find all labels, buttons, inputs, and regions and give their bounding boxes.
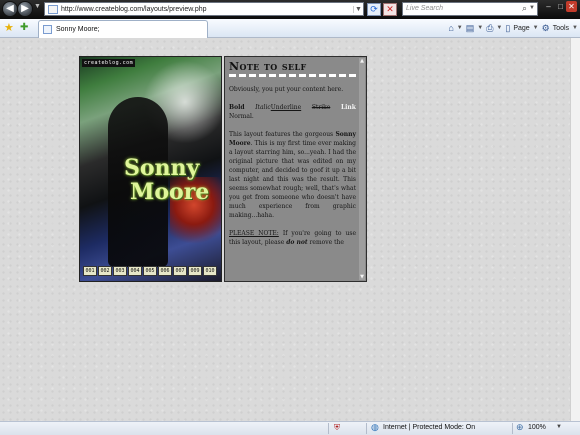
- note-notice: PLEASE NOTE: If you're going to use this…: [229, 229, 356, 247]
- number-link[interactable]: 007: [173, 266, 187, 276]
- command-bar: ★ ✚ Sonny Moore; ⌂ ▼ ▤ ▼ ⎙ ▼ ▯ Page ▼ ⚙ …: [0, 19, 580, 38]
- add-favorites-icon[interactable]: ✚: [20, 22, 28, 34]
- zoom-dropdown-icon[interactable]: ▼: [556, 424, 562, 430]
- status-divider: [512, 423, 513, 434]
- page-content: createblog.com Sonny Moore 001 002 003 0…: [0, 38, 570, 421]
- status-bar: ⛨ ◍ Internet | Protected Mode: On ⊕ 100%…: [0, 421, 580, 435]
- para-rest: . This is my first time ever making a la…: [229, 140, 356, 219]
- number-link[interactable]: 005: [143, 266, 157, 276]
- tab-page-icon: [43, 25, 52, 34]
- refresh-button[interactable]: ⟳: [367, 3, 381, 16]
- note-intro: Obviously, you put your content here.: [229, 86, 344, 93]
- address-url[interactable]: http://www.createblog.com/layouts/previe…: [61, 6, 353, 13]
- status-divider: [328, 423, 329, 434]
- number-link[interactable]: 010: [203, 266, 217, 276]
- search-box[interactable]: Live Search ⌕ ▼: [402, 2, 538, 16]
- notice-label: PLEASE NOTE:: [229, 230, 279, 237]
- note-format-sample: Bold ItalicUnderline Strike Link Normal.: [229, 103, 356, 121]
- format-bold: Bold: [229, 104, 245, 111]
- number-link[interactable]: 001: [83, 266, 97, 276]
- security-shield-icon[interactable]: ⛨: [334, 423, 340, 433]
- layout-photo: createblog.com Sonny Moore 001 002 003 0…: [79, 56, 222, 282]
- note-panel[interactable]: Note to self Obviously, you put your con…: [224, 56, 367, 282]
- zoom-icon[interactable]: ⊕: [516, 422, 524, 433]
- page-menu-button[interactable]: Page: [513, 25, 529, 32]
- note-scrollbar[interactable]: ▲ ▼: [359, 58, 365, 280]
- page-dropdown-icon[interactable]: ▼: [533, 25, 539, 31]
- internet-globe-icon: ◍: [371, 422, 379, 432]
- page-menu-icon[interactable]: ▯: [505, 23, 510, 33]
- note-title: Note to self: [229, 60, 307, 73]
- security-zone-text[interactable]: Internet | Protected Mode: On: [383, 424, 475, 431]
- format-italic: Italic: [255, 104, 271, 111]
- tab-title: Sonny Moore;: [56, 26, 100, 33]
- photo-title-moore: Moore: [130, 179, 210, 205]
- notice-emphasis: do not: [286, 239, 308, 246]
- command-buttons: ⌂ ▼ ▤ ▼ ⎙ ▼ ▯ Page ▼ ⚙ Tools ▼: [448, 23, 578, 33]
- favorites-star-icon[interactable]: ★: [4, 22, 14, 34]
- status-divider: [366, 423, 367, 434]
- tools-gear-icon[interactable]: ⚙: [542, 23, 550, 33]
- forward-button[interactable]: ▶: [17, 1, 33, 17]
- number-link[interactable]: 003: [113, 266, 127, 276]
- home-dropdown-icon[interactable]: ▼: [457, 25, 463, 31]
- print-dropdown-icon[interactable]: ▼: [496, 25, 502, 31]
- number-link[interactable]: 006: [158, 266, 172, 276]
- number-link[interactable]: 004: [128, 266, 142, 276]
- address-dropdown-icon[interactable]: ▼: [353, 5, 363, 13]
- tab-sonny-moore[interactable]: Sonny Moore;: [38, 20, 208, 38]
- para-lead: This layout features the gorgeous: [229, 131, 336, 138]
- zoom-level[interactable]: 100%: [528, 424, 546, 431]
- address-bar[interactable]: http://www.createblog.com/layouts/previe…: [44, 2, 364, 16]
- format-strike: Strike: [311, 104, 331, 111]
- format-link[interactable]: Link: [341, 104, 356, 111]
- page-scrollbar[interactable]: [570, 38, 580, 421]
- minimize-button[interactable]: –: [543, 1, 554, 12]
- note-paragraph: This layout features the gorgeous Sonny …: [229, 130, 356, 220]
- search-icon[interactable]: ⌕: [522, 3, 527, 14]
- feeds-dropdown-icon[interactable]: ▼: [477, 25, 483, 31]
- photo-title-sonny: Sonny: [124, 155, 200, 181]
- home-icon[interactable]: ⌂: [448, 23, 453, 33]
- scroll-down-icon[interactable]: ▼: [359, 274, 365, 280]
- page-icon: [48, 4, 58, 14]
- feeds-icon[interactable]: ▤: [466, 23, 475, 33]
- notice-tail: remove the: [307, 239, 344, 246]
- search-placeholder: Live Search: [406, 5, 443, 12]
- tools-menu-button[interactable]: Tools: [553, 25, 569, 32]
- number-links: 001 002 003 004 005 006 007 009 010: [83, 266, 217, 276]
- scroll-up-icon[interactable]: ▲: [359, 58, 365, 64]
- tools-dropdown-icon[interactable]: ▼: [572, 25, 578, 31]
- search-dropdown-icon[interactable]: ▼: [529, 5, 535, 11]
- number-link[interactable]: 009: [188, 266, 202, 276]
- note-title-divider: [229, 74, 356, 77]
- photo-brand-tag: createblog.com: [82, 59, 136, 67]
- browser-title-bar: ◀ ▶ ▼ http://www.createblog.com/layouts/…: [0, 0, 580, 19]
- history-dropdown-icon[interactable]: ▼: [34, 3, 41, 10]
- close-button[interactable]: ✕: [566, 1, 577, 12]
- format-normal: Normal.: [229, 113, 254, 120]
- number-link[interactable]: 002: [98, 266, 112, 276]
- stop-button[interactable]: ✕: [383, 3, 397, 16]
- print-icon[interactable]: ⎙: [486, 23, 493, 33]
- format-underline: Underline: [270, 104, 302, 111]
- maximize-button[interactable]: □: [555, 1, 566, 12]
- back-button[interactable]: ◀: [2, 1, 18, 17]
